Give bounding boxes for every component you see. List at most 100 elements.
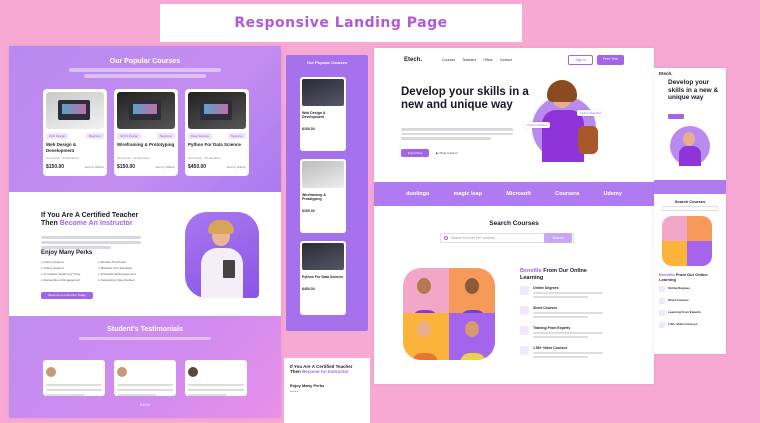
perks-title: Enjoy Many Perks [41,250,93,256]
tablet-benefit-label: Short Courses [668,298,689,302]
avatar [117,366,127,377]
testimonials-title: Student's Testimonials [107,326,183,333]
video-icon [520,346,529,355]
course-card[interactable]: UI/UX Design Beginner Wireframing & Proto… [114,89,178,176]
section-subtitle-line [69,68,221,72]
what-is-etech-link[interactable]: ▶ What is Etech [436,149,458,157]
course-image [302,161,344,188]
instructor-title: If You Are A Certified Teacher Then Beco… [41,212,151,228]
benefits-title-highlight: Benefits [520,268,542,274]
mobile-course-card[interactable]: Web Design & Development $150.00 [300,77,346,151]
mobile-course-card[interactable]: Wireframing & Prototyping $150.00 [300,159,346,233]
course-image [302,79,344,106]
course-students: 60 Students [133,156,150,160]
course-price: $450.00 [302,287,315,291]
nav-link-contact[interactable]: Contact [500,58,512,62]
course-price: $150.00 [302,127,315,131]
course-image [302,243,344,270]
course-tag: Web Design [46,133,69,139]
perk-item: Online Support [41,266,94,270]
testimonial-card [114,360,176,396]
course-name: Python For Data Science [302,275,344,279]
hero-description-lines [401,128,513,142]
course-image [117,92,175,129]
online-classes-tag: Online Classes [524,122,551,128]
enroll-now-button[interactable]: Enroll Now [401,149,429,157]
mobile-instructor-title: If You Are A Certified Teacher Then Beco… [290,364,364,374]
tablet-benefit-item: Online Degrees [659,286,690,292]
course-lessons: 10 Course [46,156,60,160]
search-icon [444,236,448,240]
tablet-benefits-title: Benefits From Our Online Learning [659,272,719,282]
course-price: $150.00 [117,164,136,170]
brand-bar: duolingo magic leap Microsoft Coursera U… [374,182,654,206]
perk-item: Online Support [41,260,94,264]
hero-title: Develop your skills in a new and unique … [401,86,529,111]
expert-icon [520,326,529,335]
nav-link-courses[interactable]: Courses [442,58,455,62]
tablet-search-input[interactable] [662,206,718,211]
brand-duolingo: duolingo [406,191,430,197]
what-is-etech-label: What is Etech [439,151,458,155]
logo[interactable]: Etech. [404,57,422,63]
nav-link-offers[interactable]: Offers [483,58,492,62]
tablet-mockup: Etech. Develop your skills in a new & un… [654,68,726,354]
course-level: Beginner [85,133,104,139]
tablet-benefits-image [662,216,712,266]
testimonial-pager[interactable]: 01/02 [9,402,281,407]
perk-item: Flexible Timeframe [98,260,151,264]
nav-links: Courses Teachers Offers Contact [442,58,512,62]
mobile-title-highlight: Become An Instructor [302,369,349,374]
video-icon [659,322,665,328]
course-image [46,92,104,129]
search-button[interactable]: Search [544,233,572,243]
perks-list: Online Support Flexible Timeframe Online… [41,260,151,282]
tablet-benefit-item: 1.5k+ Video Courses [659,322,697,328]
benefit-item: Online Degrees [520,286,620,298]
course-level: Beginner [156,133,175,139]
tablet-benefit-label: 1.5k+ Video Courses [668,322,698,326]
course-author: Jemmy Wilson [155,165,175,169]
become-instructor-button[interactable]: Become an Instructor Today [41,292,93,299]
popular-courses-section: Our Popular Courses Web Design Beginner W… [9,46,281,192]
mobile-perks-title: Enjoy Many Perks [290,383,325,388]
sign-in-button[interactable]: Sign In [568,55,594,65]
testimonial-card [185,360,247,396]
mobile-course-card[interactable]: Python For Data Science $450.00 [300,241,346,315]
perk-item: Maintain Your Expertise [98,266,151,270]
left-page-mockup: Our Popular Courses Web Design Beginner W… [9,46,281,418]
banner-title: Responsive Landing Page [234,15,448,31]
brand-udemy: Udemy [603,191,622,197]
testimonial-card [43,360,105,396]
benefit-label: Online Degrees [533,286,559,290]
nav-link-teachers[interactable]: Teachers [462,58,476,62]
course-students: 60 Students [62,156,79,160]
section-subtitle-line [84,74,206,78]
tablet-logo[interactable]: Etech. [659,71,673,76]
search-placeholder: Search for over 50+ courses [451,236,496,240]
course-card[interactable]: Web Design Beginner Web Design & Developm… [43,89,107,176]
free-trial-button[interactable]: Free Trial [597,55,624,65]
search-title: Search Courses [489,220,539,227]
degree-icon [520,286,529,295]
instructor-section: If You Are A Certified Teacher Then Beco… [9,192,281,316]
course-name: Python For Data Science [188,142,242,147]
course-name: Wireframing & Prototyping [302,193,326,201]
mobile-instructor-mockup: If You Are A Certified Teacher Then Beco… [284,358,370,423]
mobile-perks-line: ● ● ● ● [290,390,299,393]
benefit-item: Training From Experts [520,326,620,338]
course-author: Jemmy Wilson [226,165,246,169]
course-card[interactable]: Data Science Beginner Python For Data Sci… [185,89,249,176]
mobile-courses-mockup: Our Popular Courses Web Design & Develop… [286,55,368,331]
tablet-search-title: Search Courses [674,199,706,204]
tablet-benefit-item: Learning From Experts [659,310,701,316]
testimonials-section: Student's Testimonials 01/02 [9,316,281,418]
tablet-hero-title: Develop your skills in a new & unique wa… [668,79,719,101]
title-banner: Responsive Landing Page [160,4,522,42]
avatar [188,366,198,377]
instructor-title-highlight: Become An Instructor [59,220,133,227]
tablet-enroll-button[interactable] [668,114,684,119]
testimonials-subtitle-line [79,337,211,340]
course-tag: UI/UX Design [117,133,142,139]
perk-item: Innovative Teach Any Thing [41,272,94,276]
